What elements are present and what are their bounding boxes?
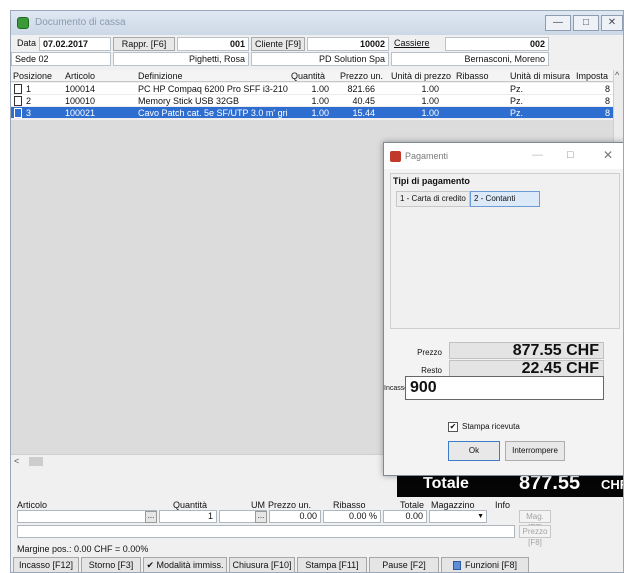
quantita-input[interactable]: 1 (159, 510, 217, 523)
cash-document-window: Documento di cassa — □ ✕ Data 07.02.2017… (10, 10, 624, 573)
minimize-button[interactable]: — (545, 15, 571, 31)
dialog-close-button[interactable]: ✕ (603, 148, 613, 162)
prezzo-input[interactable]: 0.00 (269, 510, 321, 523)
dialog-title: Pagamenti (405, 151, 449, 161)
dialog-title-bar: Pagamenti — □ ✕ (384, 143, 623, 169)
prezzo-value: 877.55 CHF (449, 342, 604, 359)
storno-button[interactable]: Storno [F3] (81, 557, 141, 572)
mag-button[interactable]: Mag. [F7] (519, 510, 551, 532)
resto-value: 22.45 CHF (449, 360, 604, 377)
scroll-left-icon[interactable]: < (14, 456, 19, 466)
col-ribasso[interactable]: Ribasso (456, 71, 489, 81)
maximize-button[interactable]: □ (573, 15, 599, 31)
col-articolo[interactable]: Articolo (65, 71, 95, 81)
col-imposta[interactable]: Imposta (576, 71, 608, 81)
sede-field[interactable]: Sede 02 (11, 52, 111, 66)
cassiere-code-field[interactable]: 002 (445, 37, 549, 51)
rappr-code-field[interactable]: 001 (177, 37, 249, 51)
stampa-ricevuta-checkbox[interactable]: ✔ (448, 422, 458, 432)
chiusura-button[interactable]: Chiusura [F10] (229, 557, 295, 572)
scroll-thumb[interactable] (29, 457, 43, 466)
totale-input[interactable]: 0.00 (383, 510, 427, 523)
header-row-1: Data 07.02.2017 Rappr. [F6] 001 Cliente … (11, 37, 551, 51)
prezzo-button[interactable]: Prezzo [F8] (519, 525, 551, 547)
pagamenti-dialog: Pagamenti — □ ✕ Tipi di pagamento 1 - Ca… (383, 142, 623, 476)
margine-text: Margine pos.: 0.00 CHF = 0.00% (17, 544, 149, 554)
horizontal-scrollbar[interactable]: < (11, 454, 397, 468)
articolo-lookup-button[interactable]: ... (145, 511, 157, 523)
dialog-maximize-button[interactable]: □ (567, 149, 574, 161)
col-unita-misura[interactable]: Unità di misura (510, 71, 570, 81)
rappr-button[interactable]: Rappr. [F6] (113, 37, 175, 51)
data-label: Data (16, 38, 36, 48)
col-unita-prezzo[interactable]: Unità di prezzo (391, 71, 451, 81)
ribasso-input[interactable]: 0.00 % (323, 510, 381, 523)
col-quantita[interactable]: Quantità (291, 71, 325, 81)
magazzino-select[interactable]: ▼ (429, 510, 487, 523)
modalita-button[interactable]: ✔ Modalità immiss. (143, 557, 227, 572)
resto-label: Resto (421, 366, 442, 375)
payment-icon (390, 151, 401, 162)
dialog-minimize-button[interactable]: — (532, 149, 543, 161)
cliente-button[interactable]: Cliente [F9] (251, 37, 305, 51)
table-row[interactable]: 2 100010 Memory Stick USB 32GB 1.00 40.4… (11, 95, 615, 107)
data-field[interactable]: 07.02.2017 (39, 37, 111, 51)
stampa-button[interactable]: Stampa [F11] (297, 557, 367, 572)
scroll-up-icon[interactable]: ^ (615, 70, 619, 80)
ok-button[interactable]: Ok (448, 441, 500, 461)
table-row-selected[interactable]: 3 100021 Cavo Patch cat. 5e SF/UTP 3.0 m… (11, 107, 615, 119)
prezzo-label: Prezzo (417, 348, 442, 357)
app-icon (17, 17, 29, 29)
articolo-input[interactable] (17, 510, 157, 523)
window-title: Documento di cassa (35, 17, 126, 28)
cassiere-name-field[interactable]: Bernasconi, Moreno (391, 52, 549, 66)
col-posizione[interactable]: Posizione (13, 71, 52, 81)
rappr-name-field[interactable]: Pighetti, Rosa (113, 52, 249, 66)
interrompere-button[interactable]: Interrompere (505, 441, 565, 461)
close-button[interactable]: ✕ (601, 15, 623, 31)
um-lookup-button[interactable]: ... (255, 511, 267, 523)
grid-header: Posizione Articolo Definizione Quantità … (11, 70, 623, 82)
col-definizione[interactable]: Definizione (138, 71, 183, 81)
funzioni-button[interactable]: Funzioni [F8] (441, 557, 529, 572)
carta-credito-button[interactable]: 1 - Carta di credito (396, 191, 470, 207)
incasso-button[interactable]: Incasso [F12] (13, 557, 79, 572)
document-icon (14, 84, 22, 94)
incasso-input[interactable]: 900 (405, 376, 604, 400)
functions-icon (452, 561, 461, 571)
incasso-label: Incasso (384, 385, 409, 392)
chevron-down-icon[interactable]: ▼ (477, 511, 484, 522)
document-icon (14, 96, 22, 106)
cliente-name-field[interactable]: PD Solution Spa (251, 52, 389, 66)
cassiere-label: Cassiere (394, 38, 430, 48)
title-bar: Documento di cassa — □ ✕ (11, 11, 623, 35)
table-row[interactable]: 1 100014 PC HP Compaq 6200 Pro SFF i3-21… (11, 83, 615, 95)
stampa-ricevuta-label: Stampa ricevuta (462, 422, 520, 431)
cliente-code-field[interactable]: 10002 (307, 37, 389, 51)
document-icon (14, 108, 22, 118)
payment-types-title: Tipi di pagamento (393, 176, 470, 186)
contanti-button[interactable]: 2 - Contanti (470, 191, 540, 207)
totale-currency: CHF (601, 477, 623, 492)
note-input[interactable] (17, 525, 515, 538)
col-prezzo[interactable]: Prezzo un. (340, 71, 383, 81)
totale-label: Totale (423, 475, 469, 492)
header-row-2: Sede 02 Pighetti, Rosa PD Solution Spa B… (11, 52, 551, 66)
pause-button[interactable]: Pause [F2] (369, 557, 439, 572)
